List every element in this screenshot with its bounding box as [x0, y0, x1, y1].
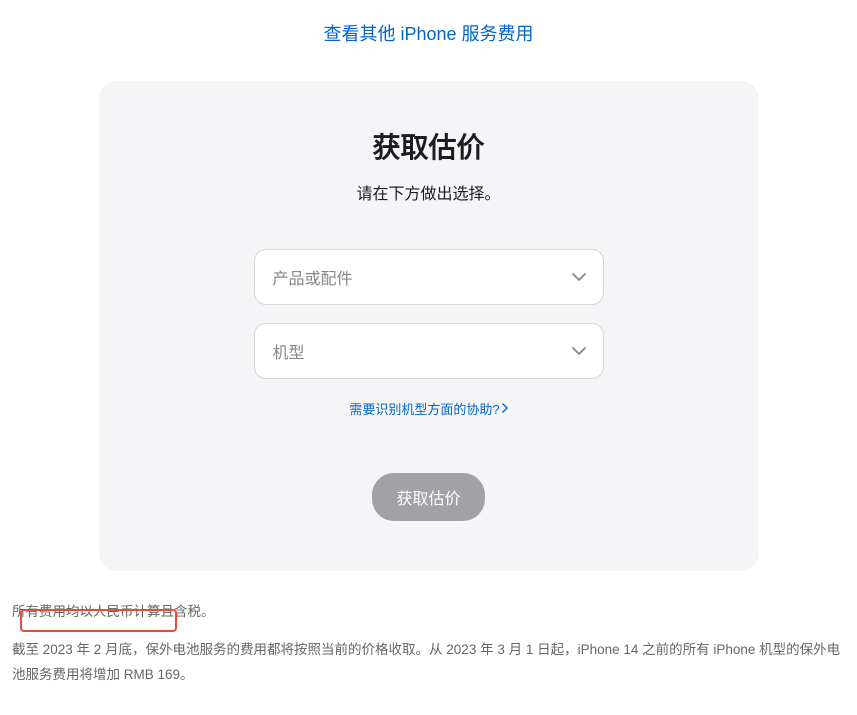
footer-line-2: 截至 2023 年 2 月底，保外电池服务的费用都将按照当前的价格收取。从 20… — [12, 637, 845, 688]
model-select[interactable]: 机型 — [254, 323, 604, 379]
footer-notes: 所有费用均以人民币计算且含税。 截至 2023 年 2 月底，保外电池服务的费用… — [0, 571, 857, 715]
identify-model-help-link[interactable]: 需要识别机型方面的协助? — [349, 399, 507, 418]
footer-line-1: 所有费用均以人民币计算且含税。 — [12, 599, 845, 625]
model-select-placeholder: 机型 — [273, 339, 305, 363]
card-subtitle: 请在下方做出选择。 — [159, 180, 699, 204]
product-select-placeholder: 产品或配件 — [273, 265, 353, 289]
other-iphone-service-link[interactable]: 查看其他 iPhone 服务费用 — [323, 24, 533, 44]
chevron-right-icon — [502, 401, 508, 416]
estimate-card: 获取估价 请在下方做出选择。 产品或配件 机型 需要识别机型方面的协助? 获取估… — [99, 81, 759, 571]
card-title: 获取估价 — [159, 126, 699, 166]
get-estimate-button[interactable]: 获取估价 — [372, 473, 484, 521]
product-select[interactable]: 产品或配件 — [254, 249, 604, 305]
help-link-label: 需要识别机型方面的协助? — [349, 399, 499, 418]
